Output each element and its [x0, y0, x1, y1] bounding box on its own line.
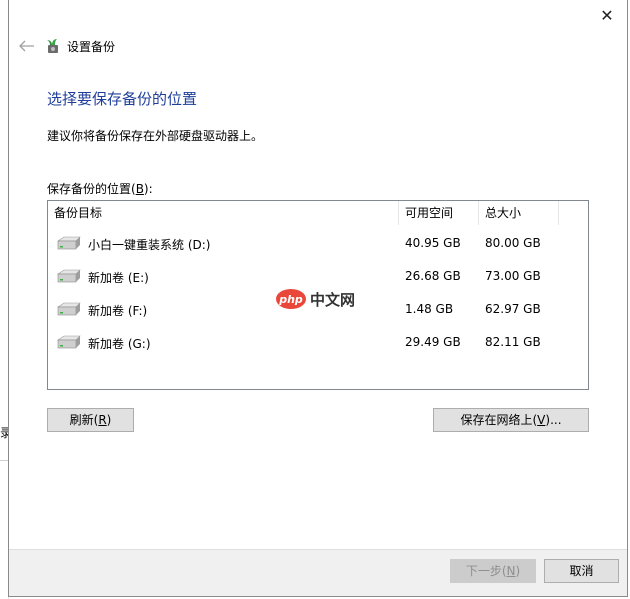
hard-drive-icon	[57, 269, 81, 283]
drive-name: 新加卷 (G:)	[88, 337, 151, 351]
back-button[interactable]	[17, 37, 37, 55]
drive-free-space: 40.95 GB	[405, 236, 461, 250]
drive-free-space: 26.68 GB	[405, 269, 461, 283]
close-icon: ✕	[600, 6, 614, 25]
column-header-target[interactable]: 备份目标	[48, 201, 399, 225]
drive-total-size: 62.97 GB	[485, 302, 541, 316]
app-title: 设置备份	[67, 40, 116, 54]
setup-backup-dialog: ✕ 设置备份 选择要保存备份的位置 建议你将备份保存在外部硬盘驱动器上。 保存备…	[8, 0, 628, 597]
drive-name: 新加卷 (F:)	[88, 304, 148, 318]
page-heading: 选择要保存备份的位置	[47, 90, 198, 108]
back-arrow-icon	[19, 40, 34, 52]
next-button[interactable]: 下一步(N)	[450, 559, 536, 583]
drive-name: 小白一键重装系统 (D:)	[88, 238, 211, 252]
drive-name: 新加卷 (E:)	[88, 271, 149, 285]
watermark-badge: php	[276, 289, 306, 309]
column-header-total-size[interactable]: 总大小	[479, 201, 559, 225]
list-header: 备份目标 可用空间 总大小	[48, 201, 588, 225]
drive-total-size: 82.11 GB	[485, 335, 541, 349]
page-subtitle: 建议你将备份保存在外部硬盘驱动器上。	[47, 129, 264, 143]
column-header-free-space[interactable]: 可用空间	[399, 201, 479, 225]
backup-location-label: 保存备份的位置(B):	[47, 182, 153, 196]
drive-row-d[interactable]: 小白一键重装系统 (D:) 40.95 GB 80.00 GB	[48, 227, 588, 260]
hard-drive-icon	[57, 302, 81, 316]
drive-row-g[interactable]: 新加卷 (G:) 29.49 GB 82.11 GB	[48, 326, 588, 359]
drive-free-space: 1.48 GB	[405, 302, 454, 316]
refresh-button[interactable]: 刷新(R)	[47, 408, 134, 432]
drive-total-size: 73.00 GB	[485, 269, 541, 283]
watermark: php 中文网	[276, 287, 355, 311]
hard-drive-icon	[57, 236, 81, 250]
watermark-text: 中文网	[310, 290, 356, 309]
hard-drive-icon	[57, 335, 81, 349]
backup-destination-list[interactable]: 备份目标 可用空间 总大小 小白一键重装系统 (D:) 40.95 GB 80.…	[47, 200, 589, 390]
save-on-network-button[interactable]: 保存在网络上(V)...	[433, 408, 589, 432]
background-divider	[0, 460, 8, 461]
close-button[interactable]: ✕	[597, 6, 617, 26]
backup-app-icon	[47, 39, 58, 53]
drive-free-space: 29.49 GB	[405, 335, 461, 349]
drive-total-size: 80.00 GB	[485, 236, 541, 250]
cancel-button[interactable]: 取消	[544, 559, 619, 583]
